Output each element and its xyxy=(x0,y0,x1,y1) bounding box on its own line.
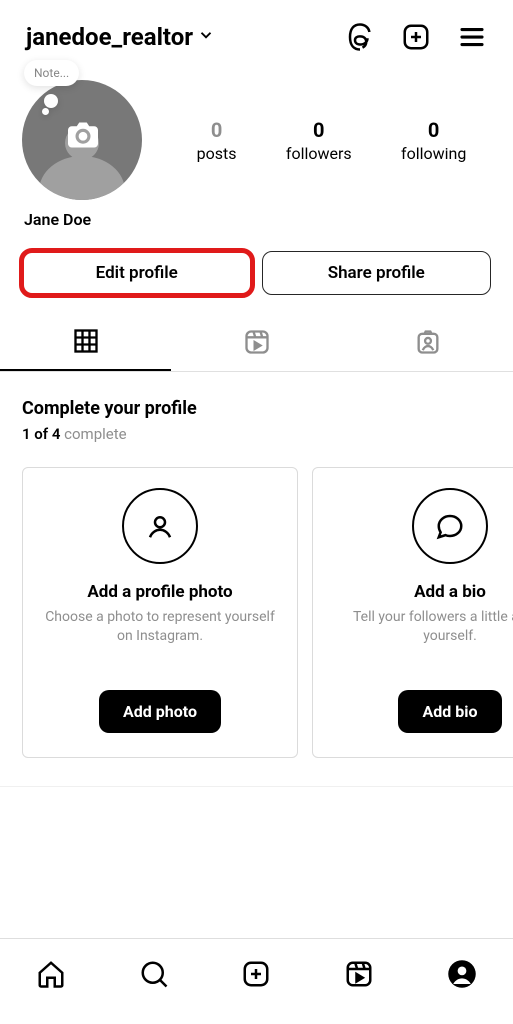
onboarding-cards[interactable]: Add a profile photo Choose a photo to re… xyxy=(0,467,513,758)
nav-profile[interactable] xyxy=(447,959,477,993)
username-text: janedoe_realtor xyxy=(26,23,193,51)
profile-row: Note... 0 posts 0 followers 0 xyxy=(22,80,491,200)
card-desc: Tell your followers a little about yours… xyxy=(329,608,513,646)
nav-reels[interactable] xyxy=(344,959,374,993)
stat-following-value: 0 xyxy=(401,118,466,142)
nav-search[interactable] xyxy=(139,959,169,993)
chevron-down-icon xyxy=(197,26,215,48)
stat-following[interactable]: 0 following xyxy=(401,118,466,163)
note-placeholder: Note... xyxy=(34,66,69,80)
reels-icon xyxy=(344,959,374,993)
stat-followers-value: 0 xyxy=(286,118,352,142)
tab-grid[interactable] xyxy=(0,317,171,371)
card-add-photo: Add a profile photo Choose a photo to re… xyxy=(22,467,298,758)
display-name: Jane Doe xyxy=(22,210,491,229)
complete-progress-rest: complete xyxy=(60,425,126,443)
share-profile-button[interactable]: Share profile xyxy=(262,251,492,295)
share-profile-label: Share profile xyxy=(328,263,425,283)
tab-tagged[interactable] xyxy=(342,317,513,371)
card-title: Add a profile photo xyxy=(87,582,232,602)
stat-posts-value: 0 xyxy=(197,118,237,142)
edit-profile-label: Edit profile xyxy=(96,263,178,283)
create-post-icon[interactable] xyxy=(401,22,431,52)
note-bubble[interactable]: Note... xyxy=(24,60,79,86)
profile-tabs xyxy=(0,317,513,371)
plus-square-icon xyxy=(241,959,271,993)
tab-reels[interactable] xyxy=(171,317,342,371)
profile-action-buttons: Edit profile Share profile xyxy=(0,251,513,295)
profile-stats: 0 posts 0 followers 0 following xyxy=(172,118,491,163)
tagged-icon xyxy=(414,328,442,360)
search-icon xyxy=(139,959,169,993)
profile-icon xyxy=(447,959,477,993)
card-desc: Choose a photo to represent yourself on … xyxy=(39,608,281,646)
add-bio-button[interactable]: Add bio xyxy=(398,690,501,733)
chat-bubble-icon xyxy=(412,488,488,564)
avatar-container[interactable]: Note... xyxy=(22,80,142,200)
home-icon xyxy=(36,959,66,993)
camera-icon xyxy=(68,122,98,152)
complete-profile-progress: 1 of 4 complete xyxy=(22,425,491,443)
hamburger-menu-icon[interactable] xyxy=(457,22,487,52)
complete-progress-bold: 1 of 4 xyxy=(22,425,60,443)
avatar-placeholder xyxy=(22,80,142,200)
reels-icon xyxy=(243,328,271,360)
bottom-nav xyxy=(0,938,513,1024)
profile-header: janedoe_realtor xyxy=(0,0,513,62)
stat-following-label: following xyxy=(401,144,466,163)
username-switcher[interactable]: janedoe_realtor xyxy=(26,23,215,51)
stat-followers[interactable]: 0 followers xyxy=(286,118,352,163)
add-bio-label: Add bio xyxy=(422,702,477,721)
stat-posts-label: posts xyxy=(197,144,237,163)
add-photo-button[interactable]: Add photo xyxy=(99,690,221,733)
edit-profile-button[interactable]: Edit profile xyxy=(22,251,252,295)
grid-icon xyxy=(72,327,100,359)
nav-home[interactable] xyxy=(36,959,66,993)
stat-followers-label: followers xyxy=(286,144,352,163)
add-photo-label: Add photo xyxy=(123,702,197,721)
profile-section: Note... 0 posts 0 followers 0 xyxy=(0,80,513,229)
profile-photo-icon xyxy=(122,488,198,564)
card-title: Add a bio xyxy=(414,582,486,602)
stat-posts[interactable]: 0 posts xyxy=(197,118,237,163)
nav-create[interactable] xyxy=(241,959,271,993)
header-actions xyxy=(345,22,487,52)
threads-icon[interactable] xyxy=(345,22,375,52)
card-add-bio: Add a bio Tell your followers a little a… xyxy=(312,467,513,758)
complete-profile-title: Complete your profile xyxy=(22,398,491,419)
complete-profile-section: Complete your profile 1 of 4 complete xyxy=(0,372,513,443)
